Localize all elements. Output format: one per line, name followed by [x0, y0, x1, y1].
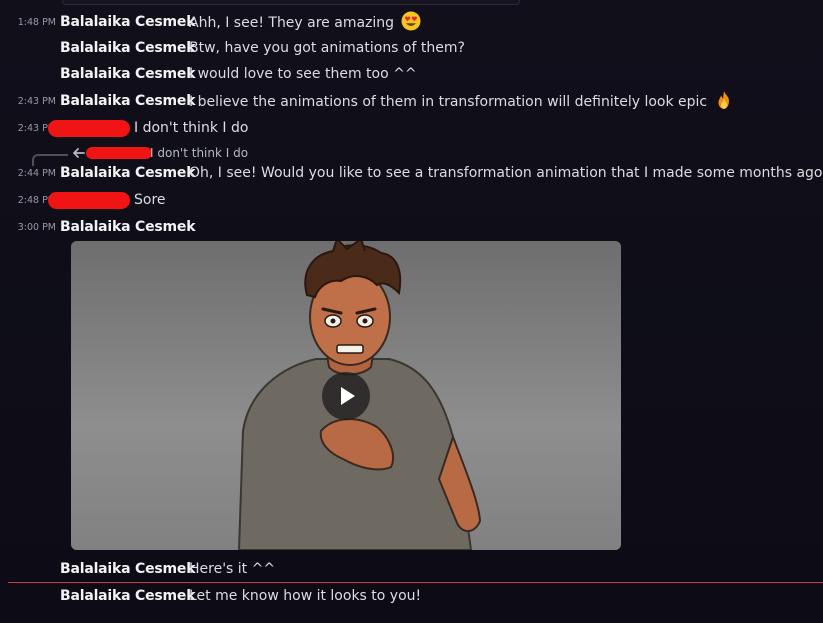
message[interactable]: 1:48 PM Balalaika Cesmek Ahh, I see! The…: [0, 11, 823, 33]
redacted-author: [48, 120, 130, 137]
message[interactable]: 2:43 PM Balalaika Cesmek I believe the a…: [0, 90, 823, 112]
play-icon: [341, 387, 355, 405]
message[interactable]: Balalaika Cesmek Btw, have you got anima…: [0, 37, 823, 59]
previous-embed-edge: [62, 0, 520, 5]
heart-eyes-emoji-icon: [401, 11, 420, 31]
chat-message-list[interactable]: 1:48 PM Balalaika Cesmek Ahh, I see! The…: [0, 0, 823, 623]
message-timestamp: 2:44 PM: [17, 168, 56, 179]
message[interactable]: 2:48 PM Sore: [0, 189, 823, 211]
redacted-author: [48, 192, 130, 209]
message-text: Here's it ^^: [189, 561, 276, 577]
message-author[interactable]: Balalaika Cesmek: [60, 90, 196, 112]
message-author[interactable]: Balalaika Cesmek: [60, 162, 196, 184]
message-text: Sore: [134, 192, 166, 208]
reply-arrow-icon: [73, 148, 85, 158]
message-author[interactable]: Balalaika Cesmek: [60, 585, 196, 607]
message[interactable]: 3:00 PM Balalaika Cesmek: [0, 216, 823, 238]
new-messages-divider: [8, 582, 823, 583]
fire-emoji-icon: [718, 91, 729, 109]
message-author[interactable]: Balalaika Cesmek: [60, 37, 196, 59]
message-timestamp: 2:43 PM: [17, 96, 56, 107]
message-text-content: Ahh, I see! They are amazing: [189, 15, 395, 31]
message-author[interactable]: Balalaika Cesmek: [60, 63, 196, 85]
message-timestamp: 3:00 PM: [17, 222, 56, 233]
message-text: I don't think I do: [134, 120, 249, 136]
play-button[interactable]: [322, 372, 370, 420]
message-text: I believe the animations of them in tran…: [189, 90, 734, 113]
reply-preview-text[interactable]: I don't think I do: [150, 145, 248, 161]
message-text: Let me know how it looks to you!: [189, 588, 422, 604]
message-author[interactable]: Balalaika Cesmek: [60, 558, 196, 580]
message-author[interactable]: Balalaika Cesmek: [60, 216, 196, 238]
message[interactable]: 2:43 PM I don't think I do: [0, 117, 823, 139]
message-text-content: I believe the animations of them in tran…: [189, 94, 708, 110]
message[interactable]: Balalaika Cesmek Here's it ^^: [0, 558, 823, 580]
message[interactable]: Balalaika Cesmek I would love to see the…: [0, 63, 823, 85]
video-attachment[interactable]: [71, 241, 621, 550]
message-timestamp: 1:48 PM: [17, 17, 56, 28]
message[interactable]: 2:44 PM Balalaika Cesmek Oh, I see! Woul…: [0, 162, 823, 184]
message-text: Btw, have you got animations of them?: [189, 40, 465, 56]
message-text: Ahh, I see! They are amazing: [189, 11, 421, 34]
message[interactable]: Balalaika Cesmek Let me know how it look…: [0, 585, 823, 607]
redacted-reply-author: [86, 147, 152, 159]
message-text: I would love to see them too ^^: [189, 66, 417, 82]
message-author[interactable]: Balalaika Cesmek: [60, 11, 196, 33]
message-text: Oh, I see! Would you like to see a trans…: [189, 165, 823, 181]
